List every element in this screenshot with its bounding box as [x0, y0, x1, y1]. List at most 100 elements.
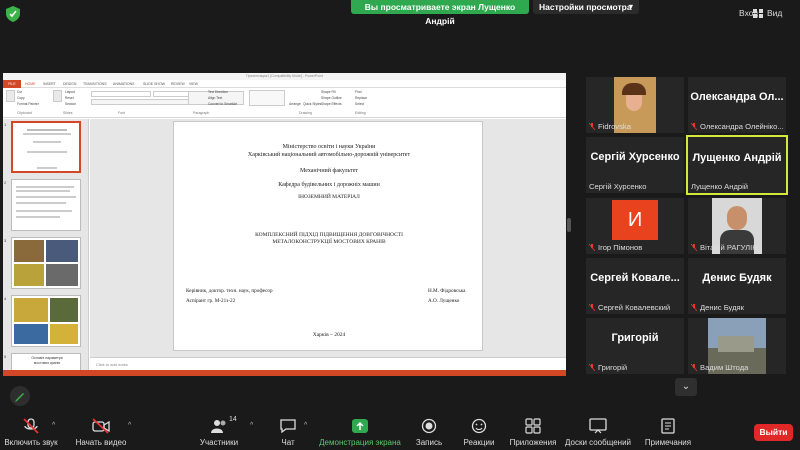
slide-student-label: Аспірант гр. М-21з-22 — [186, 298, 236, 304]
tab-animations[interactable]: ANIMATIONS — [113, 80, 135, 88]
format-painter-button[interactable]: Format Painter — [17, 102, 39, 106]
mute-button[interactable]: Включить звук — [0, 412, 62, 450]
participants-options-caret[interactable]: ^ — [250, 422, 253, 429]
font-name-select[interactable] — [91, 91, 151, 97]
paste-icon[interactable] — [6, 90, 15, 102]
section-button[interactable]: Section — [65, 102, 76, 106]
tab-slide-show[interactable]: SLIDE SHOW — [143, 80, 165, 88]
slide-supervisor-name: Н.М. Фідровська — [428, 288, 466, 294]
participant-tile[interactable]: Вадим Штода — [688, 318, 786, 374]
mic-muted-icon — [23, 418, 39, 434]
participant-tile[interactable]: И Ігор Пімонов — [586, 198, 684, 254]
view-button[interactable]: Вид — [767, 8, 782, 18]
reset-button[interactable]: Reset — [65, 96, 74, 100]
audio-options-caret[interactable]: ^ — [52, 422, 55, 429]
participant-tile[interactable]: Віталій РАГУЛІН — [688, 198, 786, 254]
participant-tile-active-speaker[interactable]: Лущенко Андрій Лущенко Андрій — [686, 135, 788, 195]
tab-view[interactable]: VIEW — [189, 80, 198, 88]
cut-button[interactable]: Cut — [17, 90, 22, 94]
participant-tile[interactable]: Fidrovska — [586, 77, 684, 133]
slide-thumbnail-5[interactable]: Основні параметри мостових кранів — [11, 353, 81, 370]
participant-tile[interactable]: Денис Будяк Денис Будяк — [688, 258, 786, 314]
group-editing: Editing — [355, 111, 366, 115]
text-direction-button[interactable]: Text Direction — [208, 90, 228, 94]
participant-tile[interactable]: Сергей Ковале... Сергей Ковалевский — [586, 258, 684, 314]
shape-outline-button[interactable]: Shape Outline — [321, 96, 342, 100]
participant-tile[interactable]: Григорій Григорій — [586, 318, 684, 374]
reactions-button[interactable]: Реакции — [462, 412, 496, 450]
shapes-gallery[interactable] — [249, 90, 285, 106]
slide-section: ІНОЗЕМНИЙ МАТЕРІАЛ — [298, 194, 360, 200]
quick-styles-button[interactable]: Quick Styles — [303, 102, 321, 106]
participants-count: 14 — [229, 416, 237, 423]
whiteboards-button[interactable]: Доски сообщений — [564, 412, 632, 450]
slide-city-year: Харків – 2024 — [312, 332, 346, 338]
group-clipboard: Clipboard — [17, 111, 32, 115]
participant-tile[interactable]: Олександра Ол... Олександра Олейніко... — [688, 77, 786, 133]
notes-button[interactable]: Примечания — [640, 412, 696, 450]
participants-label: Участники — [199, 438, 239, 447]
panel-resize-handle[interactable] — [567, 218, 571, 232]
slide-thumbnail-4[interactable] — [11, 295, 81, 347]
align-text-button[interactable]: Align Text — [208, 96, 222, 100]
file-tab[interactable]: FILE — [3, 80, 21, 88]
chat-icon — [280, 419, 296, 434]
shape-effects-button[interactable]: Shape Effects — [321, 102, 341, 106]
view-settings-button[interactable]: Настройки просмотра ▾ — [533, 0, 639, 14]
replace-button[interactable]: Replace — [355, 96, 367, 100]
slide-supervisor-label: Керівник, доктор. техн. наук, професор — [186, 288, 273, 294]
find-button[interactable]: Find — [355, 90, 361, 94]
chevron-down-icon: ⌄ — [681, 381, 691, 392]
video-options-caret[interactable]: ^ — [128, 422, 131, 429]
font-format-buttons[interactable] — [91, 99, 199, 105]
copy-button[interactable]: Copy — [17, 96, 25, 100]
shield-icon[interactable] — [6, 6, 20, 22]
annotate-button[interactable] — [10, 386, 30, 406]
slide-thumbnail-2[interactable] — [11, 179, 81, 231]
participant-name: Ігор Пімонов — [598, 243, 643, 252]
participants-button[interactable]: 14 Участники — [196, 412, 242, 450]
share-banner: Вы просматриваете экран Лущенко Андрій — [351, 0, 529, 26]
more-participants-button[interactable]: ⌄ — [675, 378, 697, 396]
status-bar — [3, 370, 566, 376]
chat-button[interactable]: Чат — [276, 412, 300, 450]
tab-design[interactable]: DESIGN — [63, 80, 76, 88]
apps-button[interactable]: Приложения — [508, 412, 558, 450]
slide-thumbnail-3[interactable] — [11, 237, 81, 289]
mic-muted-icon — [691, 123, 697, 130]
share-screen-icon — [352, 419, 368, 433]
pen-icon — [15, 393, 24, 402]
arrange-button[interactable]: Arrange — [289, 102, 301, 106]
tab-home[interactable]: HOME — [25, 80, 36, 88]
chat-options-caret[interactable]: ^ — [304, 422, 307, 429]
participant-display-name: Олександра Ол... — [690, 91, 784, 103]
start-video-button[interactable]: Начать видео — [72, 412, 130, 450]
share-screen-button[interactable]: Демонстрация экрана — [318, 412, 402, 450]
participant-tile[interactable]: Сергій Хурсенко Сергій Хурсенко — [586, 137, 684, 193]
notes-icon — [661, 418, 675, 434]
window-title: Презентация1 [Compatibility Mode] - Powe… — [3, 73, 566, 80]
apps-icon — [525, 418, 541, 434]
participant-name: Олександра Олейніко... — [700, 122, 784, 131]
participant-display-name: Григорій — [611, 332, 659, 344]
notes-pane[interactable]: Click to add notes — [90, 357, 566, 370]
participant-initial: И — [612, 200, 658, 240]
record-button[interactable]: Запись — [414, 412, 444, 450]
mic-muted-icon — [589, 364, 595, 371]
group-drawing: Drawing — [299, 111, 312, 115]
chat-label: Чат — [281, 438, 295, 447]
new-slide-icon[interactable] — [53, 90, 62, 102]
select-button[interactable]: Select — [355, 102, 364, 106]
participant-display-name: Сергій Хурсенко — [590, 151, 680, 163]
slide-thumbnail-1[interactable] — [11, 121, 81, 173]
tab-transitions[interactable]: TRANSITIONS — [83, 80, 107, 88]
tab-insert[interactable]: INSERT — [43, 80, 56, 88]
convert-smartart-button[interactable]: Convert to SmartArt — [208, 102, 237, 106]
layout-button[interactable]: Layout — [65, 90, 75, 94]
tab-review[interactable]: REVIEW — [171, 80, 185, 88]
current-slide[interactable]: Міністерство освіти і науки України Харк… — [173, 121, 483, 351]
slide-topic-line2: МЕТАЛОКОНСТРУКЦІЇ МОСТОВИХ КРАНІВ — [272, 239, 386, 245]
grid-view-icon[interactable] — [753, 9, 763, 18]
leave-button[interactable]: Выйти — [754, 424, 793, 441]
shape-fill-button[interactable]: Shape Fill — [321, 90, 336, 94]
